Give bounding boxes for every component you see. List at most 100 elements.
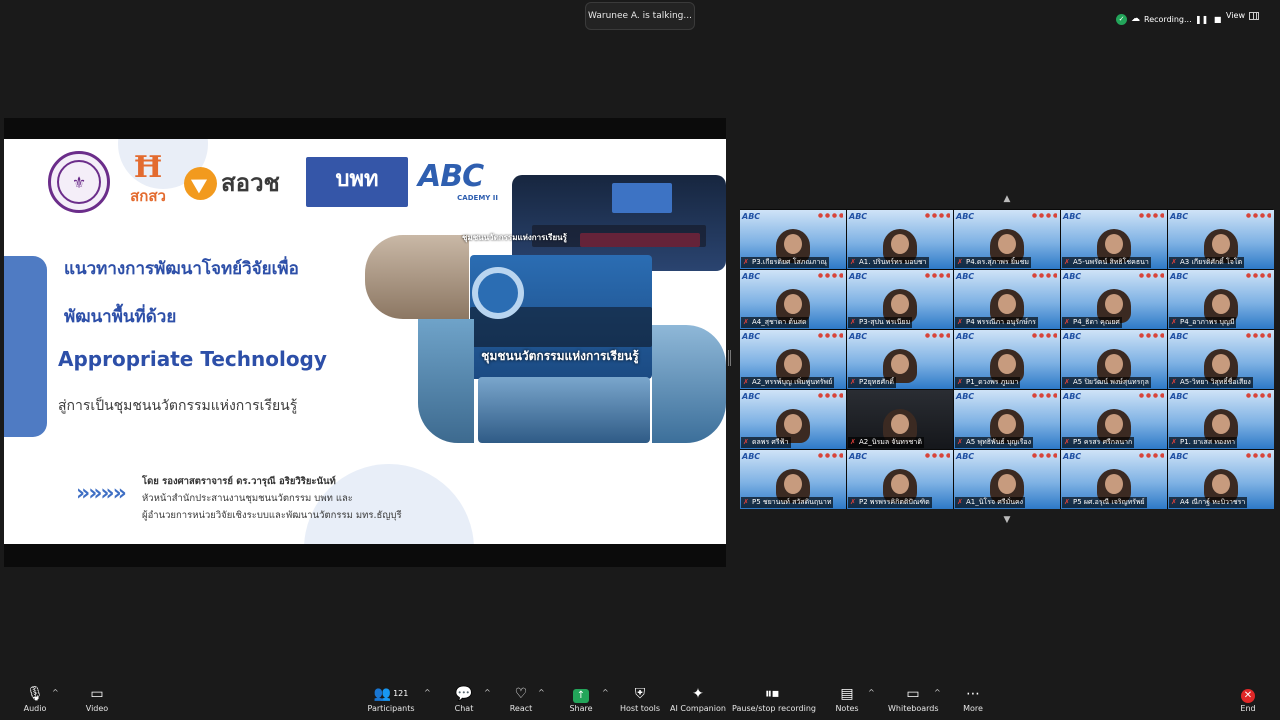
share-screen-icon: ↑ [573,689,589,703]
whiteboards-button[interactable]: ▭ Whiteboards [888,684,939,718]
virtual-background-logo: ABC [849,332,868,341]
notes-button[interactable]: ▤ Notes [834,684,860,718]
photo-caption-small: ชุมชนนวัตกรรมแห่งการเรียนรู้ [462,233,567,242]
recording-indicator: ✓ ☁ Recording... ❚❚ ■ [1116,11,1224,27]
whiteboards-options-caret-icon[interactable]: ^ [934,688,941,697]
participant-tile[interactable]: ABC A1_นิโรจ ศรีมั่นคง [954,450,1060,509]
top-bar: Warunee A. is talking... ✓ ☁ Recording..… [0,0,1280,34]
community-ring-logo [472,267,524,319]
virtual-background-logo: ABC [956,452,975,461]
participant-name-label: A4_สุชาดา ต้นสด [741,317,809,328]
share-options-caret-icon[interactable]: ^ [602,688,609,697]
participants-count: 121 [393,689,409,698]
virtual-background-logo: ABC [742,212,761,221]
audio-button[interactable]: 🎙 Audio [20,684,50,718]
pmua-logo: บพท [306,157,408,207]
notes-options-caret-icon[interactable]: ^ [868,688,875,697]
end-button[interactable]: ✕ End [1236,684,1260,718]
participant-tile[interactable]: ABC P5 ผศ.อรุณี เจริญทรัพย์ [1061,450,1167,509]
participants-button[interactable]: 👥 121 Participants [366,684,416,718]
virtual-background-decoration [924,333,950,338]
virtual-background-logo: ABC [1170,212,1189,221]
virtual-background-logo: ABC [1170,452,1189,461]
participant-tile[interactable]: ABC P2ยุทธศักดิ์ [847,330,953,389]
stop-recording-icon[interactable]: ■ [1212,13,1224,25]
gallery-page-up-icon[interactable]: ▲ [1001,194,1013,204]
gallery-page-down-icon[interactable]: ▼ [1001,515,1013,525]
virtual-background-logo: ABC [1063,332,1082,341]
host-tools-button[interactable]: ⛨ Host tools [620,684,660,718]
virtual-background-logo: ABC [1170,392,1189,401]
share-button[interactable]: ↑ Share [566,684,596,718]
participant-name-label: A1. ปรินทร์ทร มอบชา [848,257,929,268]
participant-tile[interactable]: ABC P3-สุปน พรเนียม [847,270,953,329]
participant-tile[interactable]: ABC A5-นพรัตน์ สิทธิโชคธนา [1061,210,1167,269]
pause-recording-icon[interactable]: ❚❚ [1195,13,1208,25]
virtual-background-decoration [1138,393,1164,398]
participant-tile[interactable]: ABC A2_ทรรพ์บุญ เพิ่มพูนทรัพย์ [740,330,846,389]
virtual-background-decoration [1245,273,1271,278]
whiteboard-icon: ▭ [906,686,920,702]
abc-academy-logo: ABC CADEMY II [418,159,498,203]
participant-tile[interactable]: ABC A5-วิทยา วิสุทธิ์ชื่อเสียง [1168,330,1274,389]
react-button[interactable]: ♡ React [506,684,536,718]
panel-resize-handle[interactable] [728,350,731,366]
participant-tile[interactable]: ABC A4_สุชาดา ต้นสด [740,270,846,329]
tsri-logo: Ħ สกสว [130,150,166,206]
participant-tile[interactable]: ABC A4 ณีกาฐ์ หะบิวาชรา [1168,450,1274,509]
video-button[interactable]: ▭ Video [82,684,112,718]
event-photo [652,325,726,443]
participant-tile[interactable]: ABC P4 พรรณีภา อนุรักษ์กร [954,270,1060,329]
muted-mic-icon: 🎙 [26,686,44,702]
chat-button[interactable]: 💬 Chat [449,684,479,718]
virtual-background-logo: ABC [1170,272,1189,281]
participant-tile[interactable]: ABC A5 ปิยวัฒน์ พงษ์สุนทรกุล [1061,330,1167,389]
shield-icon: ⛨ [634,686,646,702]
virtual-background-decoration [817,213,843,218]
participant-tile[interactable]: ABC P2 พรพรรคิกิตติปัณฑิต [847,450,953,509]
participant-tile[interactable]: ABC A5 พุทธิพันธ์ บุญเรือง [954,390,1060,449]
participant-tile[interactable]: ABC P5 ชยานนท์ สวัสดินฤนาท [740,450,846,509]
view-button[interactable]: View [1226,11,1259,20]
presentation-slide: ⚜ Ħ สกสว สอวช บพท ABC CADEMY II ชุมชนนวั… [4,139,726,544]
ai-companion-button[interactable]: ✦ AI Companion [670,684,726,718]
participant-name-label: P2ยุทธศักดิ์ [848,377,896,388]
virtual-background-logo: ABC [742,332,761,341]
virtual-background-logo: ABC [849,212,868,221]
participant-tile[interactable]: A2_นิรมล จันทรชาติ [847,390,953,449]
chat-options-caret-icon[interactable]: ^ [484,688,491,697]
virtual-background-decoration [924,273,950,278]
virtual-background-logo: ABC [956,212,975,221]
participant-tile[interactable]: ABC P3.เกียรติยศ โสภณภาณุ [740,210,846,269]
react-options-caret-icon[interactable]: ^ [538,688,545,697]
participant-name-label: A3 เกียรติศักดิ์ โจโต [1169,257,1245,268]
encryption-shield-icon[interactable]: ✓ [1116,13,1127,25]
presenter-info: โดย รองศาสตราจารย์ ดร.วารุณี อริยวิริยะน… [142,473,402,524]
pause-stop-recording-button[interactable]: ⏸⏹ Pause/stop recording [732,684,816,718]
virtual-background-decoration [817,453,843,458]
event-photo [418,319,474,443]
more-button[interactable]: ⋯ More [960,684,986,718]
participant-tile[interactable]: ABC P5 ครสร ศรีกลนาก [1061,390,1167,449]
participant-tile[interactable]: ABC A1. ปรินทร์ทร มอบชา [847,210,953,269]
virtual-background-logo: ABC [1063,392,1082,401]
participant-name-label: A5 ปิยวัฒน์ พงษ์สุนทรกุล [1062,377,1151,388]
virtual-background-decoration [1031,333,1057,338]
participants-options-caret-icon[interactable]: ^ [424,688,431,697]
participant-tile[interactable]: ABC P4_ธิดา คุณยศ [1061,270,1167,329]
virtual-background-decoration [924,453,950,458]
audio-options-caret-icon[interactable]: ^ [52,688,59,697]
participant-tile[interactable]: ABC A3 เกียรติศักดิ์ โจโต [1168,210,1274,269]
participant-tile[interactable]: ABC P4.ดร.สุภาพร ยิ้มชม [954,210,1060,269]
participant-tile[interactable]: ABC ดลพร ศรีฟ้า [740,390,846,449]
participant-name-label: A5 พุทธิพันธ์ บุญเรือง [955,437,1034,448]
chat-icon: 💬 [455,686,473,702]
slide-heading-line2: พัฒนาพื้นที่ด้วย [64,307,177,327]
virtual-background-decoration [1245,213,1271,218]
participant-tile[interactable]: ABC P1. ยาเสส ทองทา [1168,390,1274,449]
virtual-background-decoration [1245,333,1271,338]
slide-heading-line3: Appropriate Technology [58,347,327,371]
participant-name-label: P4.ดร.สุภาพร ยิ้มชม [955,257,1031,268]
participant-tile[interactable]: ABC P4_อาภาพร บุญมี [1168,270,1274,329]
participant-tile[interactable]: ABC P1_ดวงพร ภูมมา [954,330,1060,389]
